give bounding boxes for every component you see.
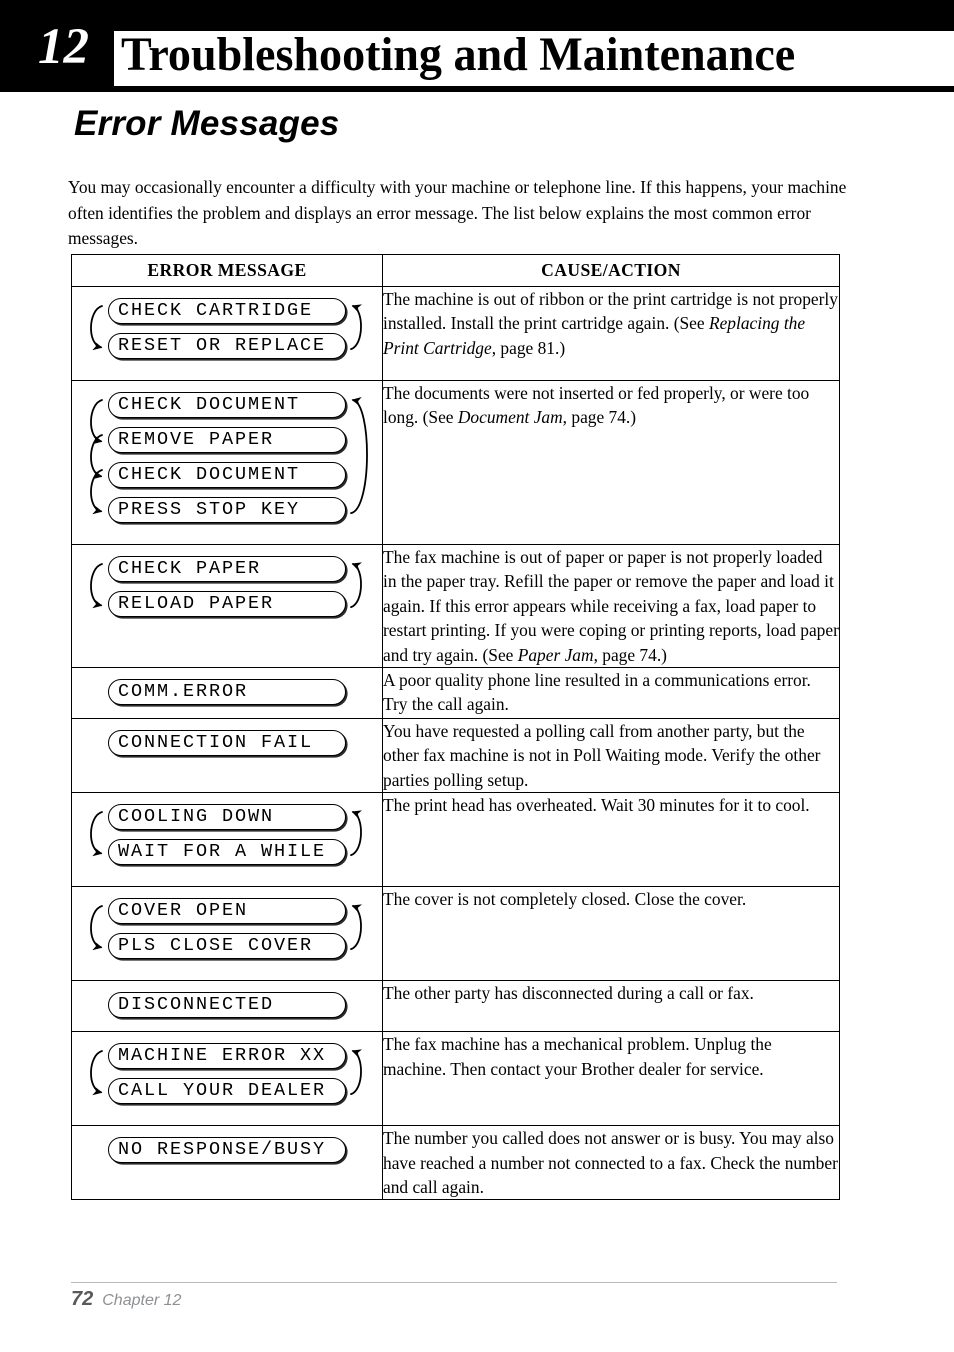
lcd-display-group: CHECK CARTRIDGE RESET OR REPLACE — [72, 287, 382, 380]
lcd-row: CALL YOUR DEALER — [72, 1078, 382, 1105]
table-row: CHECK PAPER RELOAD PAPER The fax machine i… — [71, 543, 840, 669]
lcd-message-box: PLS CLOSE COVER — [108, 933, 346, 960]
lcd-row: RESET OR REPLACE — [72, 333, 382, 360]
chapter-number: 12 — [38, 19, 89, 75]
lcd-row: CHECK CARTRIDGE — [72, 298, 382, 325]
cause-action-cell: The machine is out of ribbon or the prin… — [382, 286, 840, 381]
lcd-row: PLS CLOSE COVER — [72, 933, 382, 960]
lcd-message-box: CHECK DOCUMENT — [108, 392, 346, 418]
cause-action-cell: The print head has overheated. Wait 30 m… — [382, 792, 840, 888]
lcd-row: COOLING DOWN — [72, 804, 382, 831]
error-message-cell: NO RESPONSE/BUSY — [71, 1125, 383, 1201]
chapter-header-band: 12 Troubleshooting and Maintenance — [0, 0, 954, 92]
table-row: COOLING DOWN WAIT FOR A WHILE The print he… — [71, 792, 840, 888]
lcd-display-group: COOLING DOWN WAIT FOR A WHILE — [72, 793, 382, 886]
lcd-message-box: COOLING DOWN — [108, 804, 346, 831]
table-row: MACHINE ERROR XX CALL YOUR DEALER The fax … — [71, 1031, 840, 1127]
table-row: CHECK DOCUMENT REMOVE PAPER CHECK DOCUMENT… — [71, 380, 840, 545]
header-divider-rule — [0, 86, 954, 89]
table-row: CONNECTION FAIL You have requested a poll… — [71, 718, 840, 794]
cause-action-cell: A poor quality phone line resulted in a … — [382, 667, 840, 720]
table-header-row: ERROR MESSAGE CAUSE/ACTION — [71, 254, 840, 287]
lcd-message-box: CONNECTION FAIL — [108, 730, 346, 757]
lcd-row: REMOVE PAPER — [72, 427, 382, 454]
error-message-cell: MACHINE ERROR XX CALL YOUR DEALER — [71, 1031, 383, 1127]
cause-action-cell: The documents were not inserted or fed p… — [382, 380, 840, 545]
lcd-row: RELOAD PAPER — [72, 591, 382, 618]
lcd-message-box: REMOVE PAPER — [108, 427, 346, 453]
lcd-message-box: CHECK PAPER — [108, 556, 346, 582]
table-body: CHECK CARTRIDGE RESET OR REPLACE The machi… — [71, 286, 840, 1201]
column-header-cause-action: CAUSE/ACTION — [382, 254, 840, 287]
error-message-cell: COOLING DOWN WAIT FOR A WHILE — [71, 792, 383, 888]
lcd-display-group: CONNECTION FAIL — [72, 719, 382, 769]
lcd-message-box: COMM.ERROR — [108, 679, 346, 706]
lcd-display-group: COVER OPEN PLS CLOSE COVER — [72, 887, 382, 980]
lcd-message-box: NO RESPONSE/BUSY — [108, 1137, 346, 1164]
lcd-message-box: CALL YOUR DEALER — [108, 1078, 346, 1105]
error-message-cell: CHECK CARTRIDGE RESET OR REPLACE — [71, 286, 383, 381]
cause-action-cell: The cover is not completely closed. Clos… — [382, 886, 840, 982]
error-message-cell: DISCONNECTED — [71, 980, 383, 1033]
footer-chapter-label: Chapter 12 — [102, 1292, 182, 1309]
column-header-error-message: ERROR MESSAGE — [71, 254, 383, 287]
lcd-message-box: PRESS STOP KEY — [108, 497, 346, 523]
cause-action-cell: The fax machine has a mechanical problem… — [382, 1031, 840, 1127]
table-header: ERROR MESSAGE CAUSE/ACTION — [71, 254, 840, 287]
footer-page-number: 72 — [71, 1288, 94, 1310]
lcd-message-box: CHECK DOCUMENT — [108, 462, 346, 488]
error-message-cell: CHECK PAPER RELOAD PAPER — [71, 543, 383, 669]
table-row: COMM.ERROR A poor quality phone line resu… — [71, 667, 840, 720]
error-message-table: ERROR MESSAGE CAUSE/ACTION CHECK CARTRID… — [71, 254, 840, 1201]
footer-divider-rule — [71, 1282, 837, 1283]
section-heading: Error Messages — [74, 104, 340, 143]
table-row: CHECK CARTRIDGE RESET OR REPLACE The machi… — [71, 286, 840, 381]
error-message-cell: CONNECTION FAIL — [71, 718, 383, 794]
lcd-row: DISCONNECTED — [72, 992, 382, 1019]
cause-action-cell: The other party has disconnected during … — [382, 980, 840, 1033]
lcd-row: CONNECTION FAIL — [72, 730, 382, 757]
lcd-display-group: MACHINE ERROR XX CALL YOUR DEALER — [72, 1032, 382, 1125]
cause-action-cell: The number you called does not answer or… — [382, 1125, 840, 1201]
lcd-message-box: CHECK CARTRIDGE — [108, 298, 346, 324]
lcd-display-group: CHECK DOCUMENT REMOVE PAPER CHECK DOCUMENT… — [72, 381, 382, 544]
cause-action-cell: The fax machine is out of paper or paper… — [382, 543, 840, 669]
table-row: NO RESPONSE/BUSY The number you called do… — [71, 1125, 840, 1201]
lcd-message-box: COVER OPEN — [108, 898, 346, 925]
lcd-row: COMM.ERROR — [72, 679, 382, 706]
lcd-display-group: COMM.ERROR — [72, 668, 382, 718]
page-footer: 72 Chapter 12 — [71, 1288, 181, 1312]
lcd-message-box: RESET OR REPLACE — [108, 333, 346, 359]
lcd-message-box: DISCONNECTED — [108, 992, 346, 1019]
cause-action-cell: You have requested a polling call from a… — [382, 718, 840, 794]
lcd-message-box: WAIT FOR A WHILE — [108, 839, 346, 866]
intro-paragraph: You may occasionally encounter a difficu… — [68, 177, 847, 249]
lcd-display-group: CHECK PAPER RELOAD PAPER — [72, 545, 382, 638]
error-message-cell: COMM.ERROR — [71, 667, 383, 720]
lcd-row: CHECK DOCUMENT — [72, 462, 382, 489]
lcd-row: MACHINE ERROR XX — [72, 1043, 382, 1070]
lcd-row: WAIT FOR A WHILE — [72, 839, 382, 866]
page-title: Troubleshooting and Maintenance — [121, 28, 796, 81]
error-message-cell: COVER OPEN PLS CLOSE COVER — [71, 886, 383, 982]
lcd-display-group: NO RESPONSE/BUSY — [72, 1126, 382, 1176]
error-message-cell: CHECK DOCUMENT REMOVE PAPER CHECK DOCUMENT… — [71, 380, 383, 545]
lcd-message-box: MACHINE ERROR XX — [108, 1043, 346, 1070]
lcd-message-box: RELOAD PAPER — [108, 591, 346, 617]
chapter-title-band: Troubleshooting and Maintenance — [114, 28, 954, 86]
lcd-row: CHECK PAPER — [72, 556, 382, 583]
lcd-row: PRESS STOP KEY — [72, 497, 382, 524]
lcd-row: COVER OPEN — [72, 898, 382, 925]
table-row: DISCONNECTED The other party has disconne… — [71, 980, 840, 1033]
lcd-row: CHECK DOCUMENT — [72, 392, 382, 419]
table-row: COVER OPEN PLS CLOSE COVER The cover is no… — [71, 886, 840, 982]
lcd-row: NO RESPONSE/BUSY — [72, 1137, 382, 1164]
lcd-display-group: DISCONNECTED — [72, 981, 382, 1031]
